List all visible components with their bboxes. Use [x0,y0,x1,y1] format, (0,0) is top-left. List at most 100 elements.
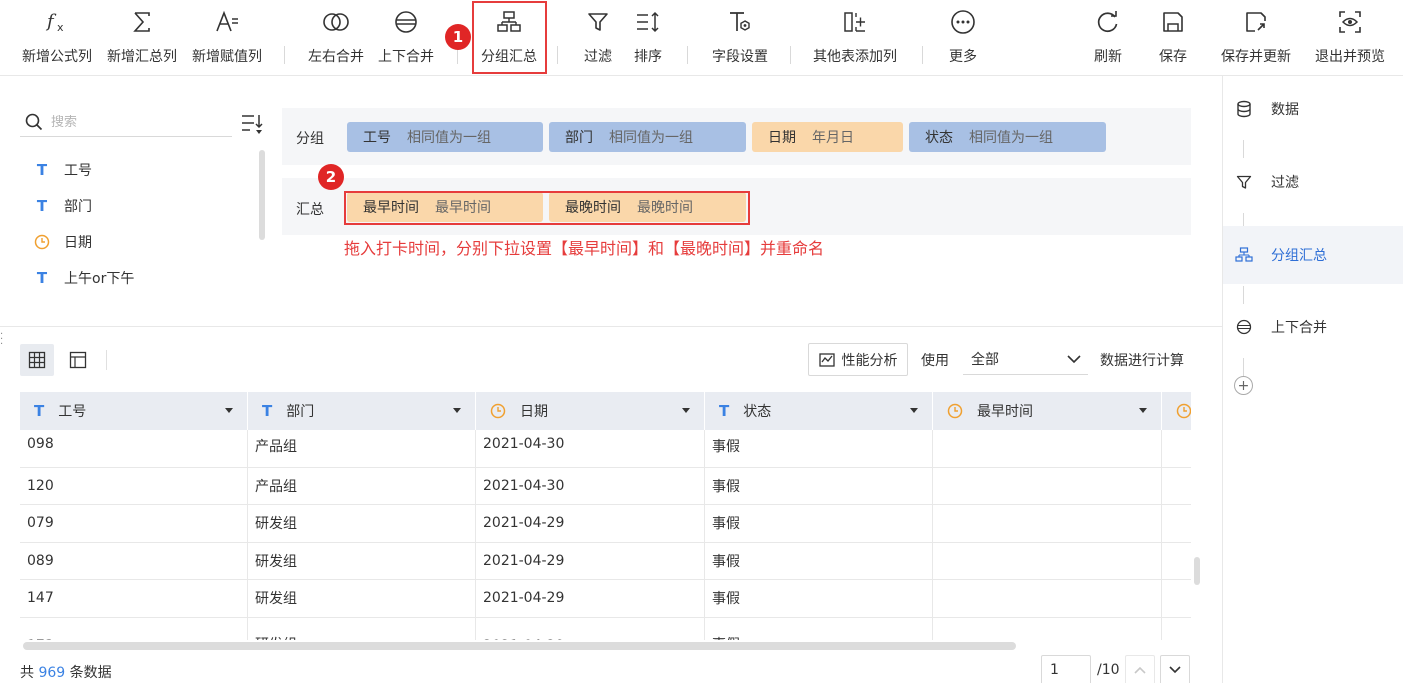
grid-view-button[interactable] [20,344,54,376]
performance-analysis-button[interactable]: 性能分析 [808,343,908,376]
table-cell[interactable]: 研发组 [248,542,476,579]
panel-divider[interactable] [0,326,1222,327]
field-search [20,108,232,137]
column-header-gonghao[interactable]: T 工号 [20,392,248,430]
table-cell[interactable]: 事假 [705,430,933,467]
table-vertical-scrollbar[interactable] [1194,557,1200,585]
table-cell[interactable] [1162,505,1191,542]
table-cell[interactable]: 2021-04-30 [476,430,705,467]
table-cell[interactable] [933,617,1162,640]
table-cell[interactable]: 079 [20,505,248,542]
table-cell[interactable]: 2021-04-30 [476,467,705,504]
table-cell[interactable] [1162,543,1191,580]
dropdown-caret-icon[interactable] [910,408,918,413]
resize-handle-icon[interactable]: · · · [0,330,4,350]
table-cell[interactable]: 研发组 [248,505,476,542]
group-chip-riqi[interactable]: 日期 年月日 [752,122,903,152]
table-cell[interactable]: 2021-04-29 [476,505,705,542]
table-cell[interactable]: 研发组 [248,580,476,617]
column-header-zhuangtai[interactable]: T 状态 [705,392,933,430]
table-cell[interactable] [1162,430,1191,467]
group-chip-zhuangtai[interactable]: 状态 相同值为一组 [909,122,1106,152]
column-header-earliest[interactable]: 最早时间 [933,392,1162,430]
table-cell[interactable]: 事假 [705,542,933,579]
step-group-summary[interactable]: 分组汇总 [1223,226,1403,284]
table-cell[interactable] [1162,618,1191,641]
table-row[interactable]: 098 产品组 2021-04-30 事假 [20,430,1191,468]
table-cell[interactable]: 2021-04-29 [476,617,705,640]
table-cell[interactable]: 事假 [705,580,933,617]
table-cell[interactable] [933,580,1162,617]
field-list-scrollbar[interactable] [259,150,265,240]
table-cell[interactable]: 098 [20,430,248,467]
table-cell[interactable] [933,542,1162,579]
save-button[interactable]: 保存 [1150,8,1196,68]
record-count-prefix: 共 [20,665,34,681]
table-row[interactable]: 079 研发组 2021-04-29 事假 [20,505,1191,543]
dropdown-caret-icon[interactable] [225,408,233,413]
column-header-label: 部门 [286,404,315,420]
add-column-from-other-table-button[interactable]: 其他表添加列 [807,8,903,68]
page-number-input[interactable] [1041,655,1091,683]
column-header-latest[interactable] [1162,392,1191,430]
table-cell[interactable]: 产品组 [248,430,476,467]
table-row[interactable]: 089 研发组 2021-04-29 事假 [20,542,1191,580]
add-step-button[interactable]: + [1234,376,1253,395]
field-settings-button[interactable]: 字段设置 [705,8,775,68]
table-cell[interactable]: 147 [20,580,248,617]
group-chip-gonghao[interactable]: 工号 相同值为一组 [347,122,543,152]
save-and-update-button[interactable]: 保存并更新 [1216,8,1296,68]
field-sort-button[interactable] [240,112,266,140]
step-data[interactable]: 数据 [1223,80,1403,138]
table-cell[interactable] [933,467,1162,504]
dropdown-caret-icon[interactable] [1139,408,1147,413]
table-horizontal-scrollbar[interactable] [23,642,1016,650]
table-cell[interactable]: 事假 [705,505,933,542]
filter-button[interactable]: 过滤 [575,8,621,68]
toolbar-divider [922,46,923,64]
field-item-am-pm[interactable]: T 上午or下午 [34,266,134,290]
step-filter[interactable]: 过滤 [1223,153,1403,211]
step-vertical-merge[interactable]: 上下合并 [1223,298,1403,356]
table-cell[interactable] [933,505,1162,542]
exit-and-preview-button[interactable]: 退出并预览 [1310,8,1390,68]
more-button[interactable]: 更多 [940,8,986,68]
dropdown-caret-icon[interactable] [453,408,461,413]
refresh-button[interactable]: 刷新 [1085,8,1131,68]
add-formula-column-button[interactable]: fx 新增公式列 [17,8,97,68]
page-down-button[interactable] [1160,655,1190,683]
layout-view-button[interactable] [61,344,95,376]
table-cell[interactable]: 120 [20,467,248,504]
table-cell[interactable]: 产品组 [248,467,476,504]
table-row[interactable]: 173研发组2021-04-29事假 [20,617,1191,641]
field-item-bumen[interactable]: T 部门 [34,194,92,218]
table-cell[interactable]: 2021-04-29 [476,542,705,579]
table-cell[interactable]: 事假 [705,467,933,504]
column-header-riqi[interactable]: 日期 [476,392,705,430]
dropdown-caret-icon[interactable] [682,408,690,413]
add-assign-column-button[interactable]: 新增赋值列 [187,8,267,68]
add-summary-column-button[interactable]: 新增汇总列 [102,8,182,68]
table-cell[interactable]: 173 [20,617,248,640]
group-chip-bumen[interactable]: 部门 相同值为一组 [549,122,746,152]
page-up-button[interactable] [1125,655,1155,683]
sort-button[interactable]: 排序 [625,8,671,68]
field-item-gonghao[interactable]: T 工号 [34,158,92,182]
table-cell[interactable]: 研发组 [248,617,476,640]
table-cell[interactable]: 089 [20,542,248,579]
column-header-bumen[interactable]: T 部门 [248,392,476,430]
search-input[interactable] [51,114,221,130]
field-item-riqi[interactable]: 日期 [34,230,92,254]
left-right-merge-button[interactable]: 左右合并 [303,8,369,68]
table-cell[interactable]: 事假 [705,617,933,640]
performance-chart-icon [818,352,835,367]
table-row[interactable]: 120 产品组 2021-04-30 事假 [20,467,1191,505]
table-row[interactable]: 147 研发组 2021-04-29 事假 [20,580,1191,618]
up-down-merge-button[interactable]: 上下合并 [373,8,439,68]
table-cell[interactable]: 2021-04-29 [476,580,705,617]
table-cell[interactable] [1162,580,1191,617]
table-cell[interactable] [933,430,1162,467]
data-scope-select[interactable]: 全部 [963,343,1088,375]
text-type-icon: T [34,402,45,420]
table-cell[interactable] [1162,468,1191,505]
